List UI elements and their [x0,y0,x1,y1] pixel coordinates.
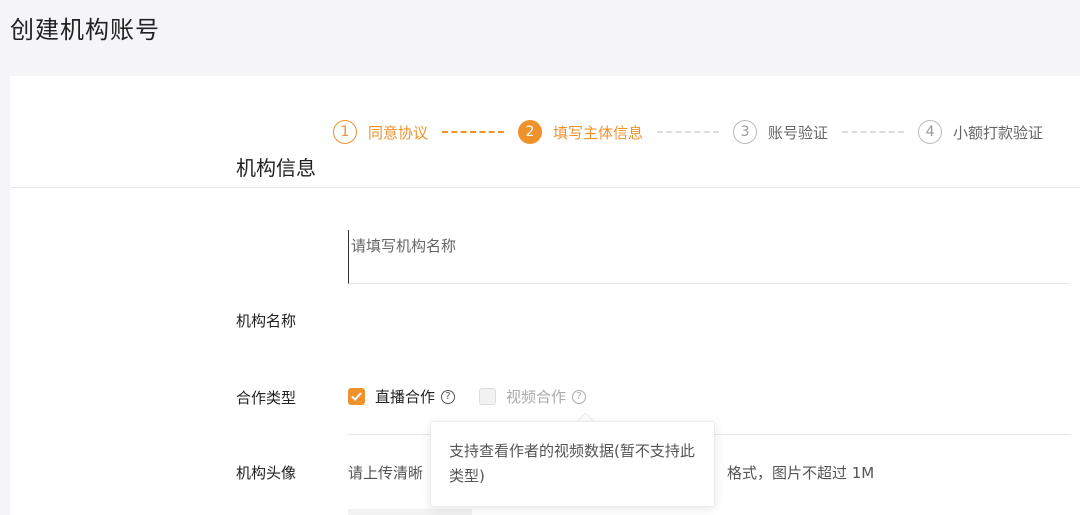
step-number-2: 2 [518,120,543,144]
org-name-label: 机构名称 [236,312,297,330]
step-fill-info: 2 填写主体信息 [518,120,643,144]
step-connector [657,131,720,133]
step-label-account-verify: 账号验证 [768,123,829,142]
avatar-hint-start: 请上传清晰 [348,464,424,482]
coop-type-options: 直播合作 ? 视频合作 ? [348,386,587,407]
help-icon[interactable]: ? [441,389,456,404]
step-number-3: 3 [733,120,758,144]
step-connector [842,131,905,133]
avatar-upload-area[interactable] [348,509,472,515]
page-title: 创建机构账号 [10,16,160,44]
org-name-input[interactable] [348,230,1070,284]
step-label-agreement: 同意协议 [368,123,429,142]
avatar-hint-end: 格式，图片不超过 1M [727,464,875,482]
video-coop-label: 视频合作 [506,388,567,406]
section-title: 机构信息 [236,156,316,180]
step-account-verify: 3 账号验证 [733,120,828,144]
step-label-fill-info: 填写主体信息 [553,123,644,142]
help-icon[interactable]: ? [572,389,587,404]
step-indicator: 1 同意协议 2 填写主体信息 3 账号验证 4 小额打款验证 [333,118,1043,146]
check-icon [351,392,362,401]
step-connector [442,131,505,133]
step-number-1: 1 [333,120,357,144]
step-number-4: 4 [918,120,943,144]
live-coop-checkbox[interactable] [348,388,365,405]
coop-type-label: 合作类型 [236,389,297,407]
org-avatar-label: 机构头像 [236,464,297,482]
header-divider [10,187,1080,188]
live-coop-label[interactable]: 直播合作 [375,386,435,407]
video-coop-checkbox[interactable] [479,388,497,405]
step-label-payment-verify: 小额打款验证 [953,123,1044,142]
step-agreement: 1 同意协议 [333,120,428,144]
step-payment-verify: 4 小额打款验证 [918,120,1043,144]
video-coop-tooltip: 支持查看作者的视频数据(暂不支持此类型) [430,421,715,507]
